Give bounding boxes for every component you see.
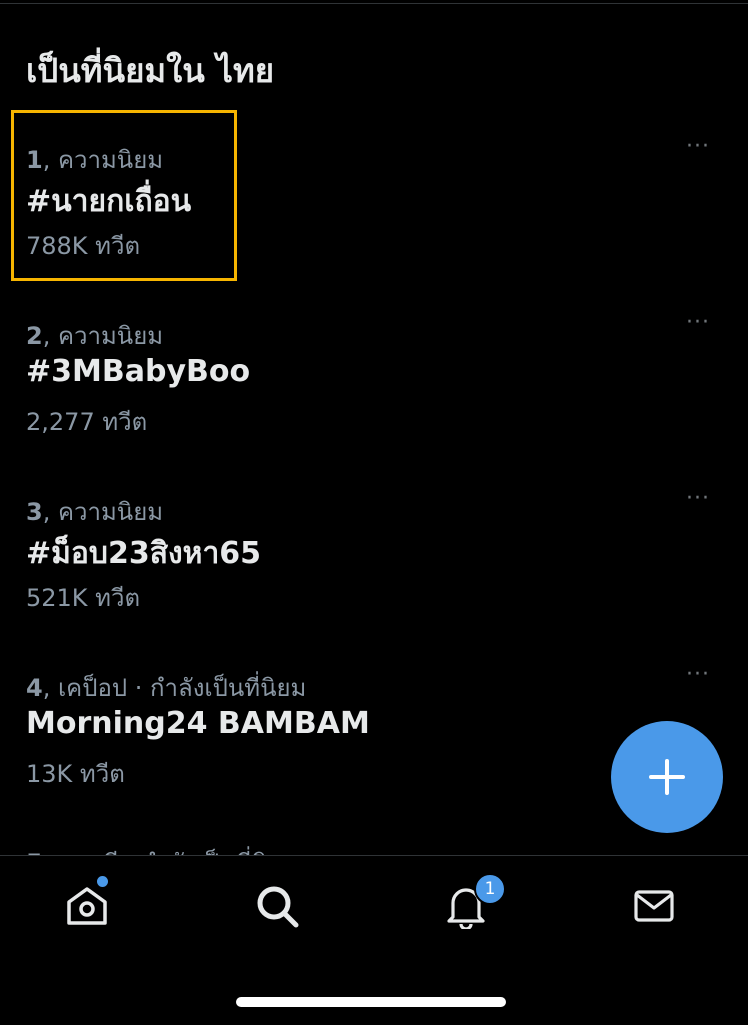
trend-context: , ความนิยม	[42, 498, 164, 526]
trend-count: 521K ทวีต	[26, 584, 141, 612]
more-options-icon[interactable]: ···	[678, 132, 718, 160]
nav-messages[interactable]	[629, 881, 679, 931]
notification-dot	[97, 876, 108, 887]
trend-rank: 4	[26, 674, 43, 702]
trend-item[interactable]: 3, ความนิยม #ม็อบ23สิงหา65 521K ทวีต ···	[0, 486, 748, 652]
mail-icon	[634, 890, 674, 922]
top-divider	[0, 3, 748, 4]
trend-rank: 3	[26, 498, 43, 526]
trend-name: #ม็อบ23สิงหา65	[26, 536, 262, 571]
more-options-icon[interactable]: ···	[678, 484, 718, 512]
notification-count-badge: 1	[474, 873, 506, 905]
more-options-icon[interactable]: ···	[678, 308, 718, 336]
trend-meta: 4, เคป็อป · กำลังเป็นที่นิยม	[26, 668, 306, 707]
compose-button[interactable]	[611, 721, 723, 833]
trend-count: 2,277 ทวีต	[26, 408, 148, 436]
trend-meta: 3, ความนิยม	[26, 492, 163, 531]
trend-name: Morning24 BAMBAM	[26, 706, 370, 741]
nav-search[interactable]	[252, 881, 302, 931]
highlight-box	[11, 110, 237, 281]
page-title: เป็นที่นิยมใน ไทย	[26, 51, 275, 90]
home-icon	[67, 887, 107, 925]
trend-context: , เคป็อป · กำลังเป็นที่นิยม	[42, 674, 307, 702]
plus-icon	[649, 759, 685, 795]
trend-count: 13K ทวีต	[26, 760, 125, 788]
trend-rank: 2	[26, 322, 43, 350]
nav-home[interactable]	[62, 881, 112, 931]
trend-context: , ความนิยม	[42, 322, 164, 350]
search-icon	[257, 886, 299, 928]
trend-meta: 2, ความนิยม	[26, 316, 163, 355]
home-indicator	[236, 997, 506, 1007]
trend-item[interactable]: 2, ความนิยม #3MBabyBoo 2,277 ทวีต ···	[0, 310, 748, 476]
trend-name: #3MBabyBoo	[26, 354, 251, 389]
more-options-icon[interactable]: ···	[678, 660, 718, 688]
